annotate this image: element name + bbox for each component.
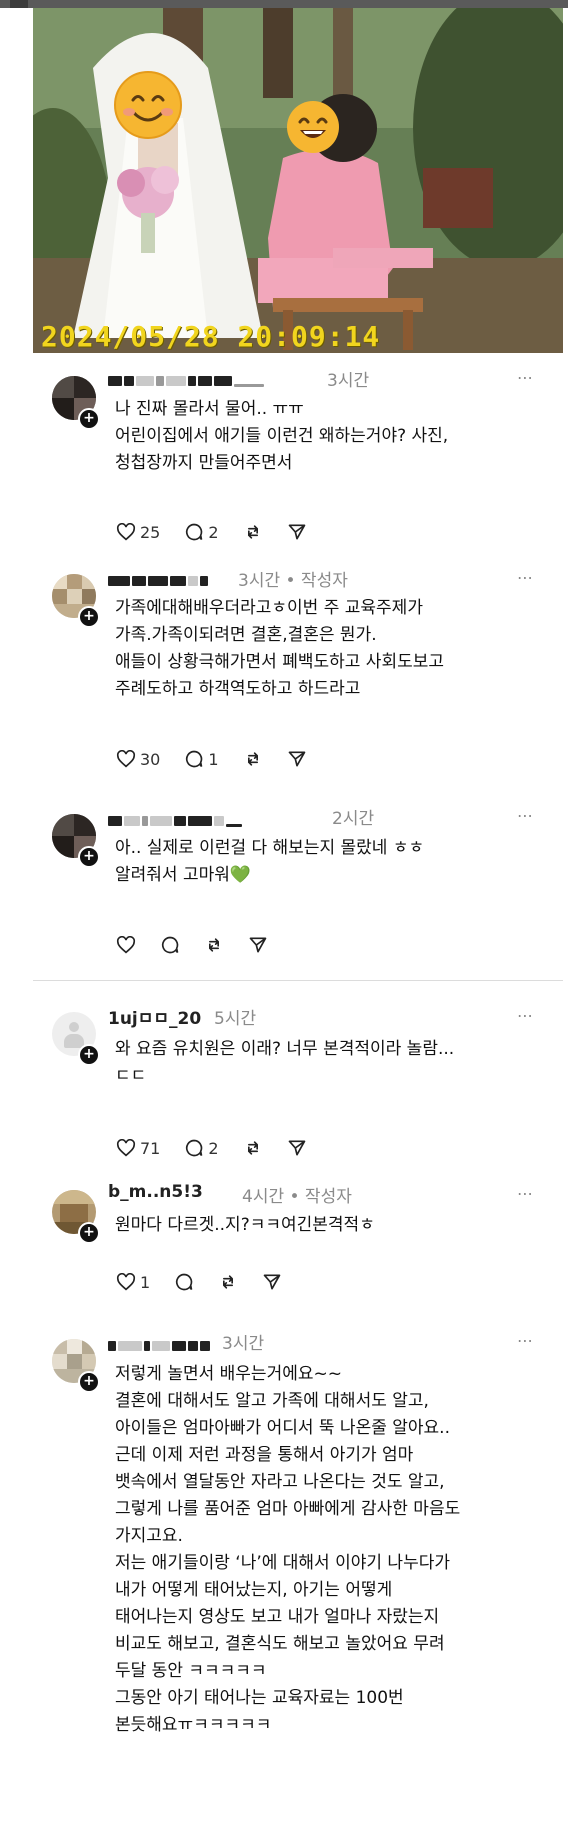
like-button[interactable]: 25 <box>116 523 160 542</box>
like-button[interactable]: 1 <box>116 1273 150 1292</box>
like-button[interactable]: 30 <box>116 750 160 769</box>
heart-icon <box>116 1273 136 1291</box>
follow-plus-icon[interactable]: + <box>78 1371 100 1393</box>
heart-icon <box>116 523 136 541</box>
more-options-icon[interactable]: ⋯ <box>517 568 534 587</box>
comment: + b_m..n5!3 4시간 • 작성자 ⋯ 원마다 다르겟..지?ㅋㅋ여긴본… <box>0 1182 568 1328</box>
more-options-icon[interactable]: ⋯ <box>517 368 534 387</box>
send-icon <box>288 524 305 540</box>
comment-actions: 30 1 <box>116 747 331 771</box>
comment-bubble-icon <box>176 1273 193 1291</box>
more-options-icon[interactable]: ⋯ <box>517 1331 534 1350</box>
comment-time: 4시간 • 작성자 <box>242 1187 352 1207</box>
username-redacted[interactable] <box>108 374 264 388</box>
comment-time: 3시간 • 작성자 <box>238 571 348 591</box>
thread-divider <box>33 980 563 981</box>
post-photo[interactable]: 2024/05/28 20:09:14 <box>33 8 563 353</box>
username[interactable]: b_m..n5!3 <box>108 1182 203 1202</box>
photo-timestamp: 2024/05/28 20:09:14 <box>41 320 381 353</box>
like-button[interactable] <box>116 936 136 954</box>
share-button[interactable] <box>287 749 307 769</box>
reply-button[interactable] <box>160 935 180 955</box>
share-button[interactable] <box>248 935 268 955</box>
comment-time: 3시간 <box>327 371 370 391</box>
comment-time: 3시간 <box>222 1334 265 1354</box>
comment: + 2시간 ⋯ 아.. 실제로 이런걸 다 해보는지 몰랐네 ㅎㅎ 알려줘서 고… <box>0 806 568 970</box>
reply-button[interactable]: 2 <box>184 522 219 542</box>
share-button[interactable] <box>262 1272 282 1292</box>
comment-actions: 1 <box>116 1270 306 1294</box>
repost-button[interactable] <box>204 935 224 955</box>
green-heart-emoji-icon: 💚 <box>229 865 252 885</box>
repost-button[interactable] <box>243 1138 263 1158</box>
comment-bubble-icon <box>186 750 203 768</box>
smiling-face-emoji-icon <box>114 71 182 139</box>
comment-text: 저렇게 놀면서 배우는거에요~~ 결혼에 대해서도 알고 가족에 대해서도 알고… <box>115 1364 461 1735</box>
share-button[interactable] <box>287 1138 307 1158</box>
reply-button[interactable] <box>174 1272 194 1292</box>
send-icon <box>249 937 267 953</box>
username-redacted[interactable] <box>108 574 208 588</box>
follow-plus-icon[interactable]: + <box>78 408 100 430</box>
comment-bubble-icon <box>186 523 203 541</box>
username-redacted[interactable] <box>108 814 242 828</box>
comment-bubble-icon <box>161 936 179 954</box>
follow-plus-icon[interactable]: + <box>78 606 100 628</box>
reply-button[interactable]: 1 <box>184 749 219 769</box>
repost-button[interactable] <box>243 749 263 769</box>
more-options-icon[interactable]: ⋯ <box>517 806 534 825</box>
top-bar-accent <box>10 0 28 8</box>
comment-actions <box>116 933 292 957</box>
comment: + 3시간 • 작성자 ⋯ 가족에대해배우더라고ㅎ이번 주 교육주제가 가족.가… <box>0 568 568 812</box>
reply-button[interactable]: 2 <box>184 1138 219 1158</box>
comment-text-body: 아.. 실제로 이런걸 다 해보는지 몰랐네 ㅎㅎ 알려줘서 고마워 <box>115 838 425 885</box>
repost-icon <box>247 1141 258 1155</box>
comment-text: 나 진짜 몰라서 물어.. ㅠㅠ 어린이집에서 애기들 이런건 왜하는거야? 사… <box>115 399 449 473</box>
reply-count: 2 <box>208 522 219 542</box>
comment-actions: 71 2 <box>116 1136 331 1160</box>
comment-actions: 25 2 <box>116 520 331 544</box>
comment: + 3시간 ⋯ 나 진짜 몰라서 물어.. ㅠㅠ 어린이집에서 애기들 이런건 … <box>0 368 568 570</box>
follow-plus-icon[interactable]: + <box>78 1044 100 1066</box>
send-icon <box>263 1274 281 1290</box>
comment: + 3시간 ⋯ 저렇게 놀면서 배우는거에요~~ 결혼에 대해서도 알고 가족에… <box>0 1331 568 1823</box>
more-options-icon[interactable]: ⋯ <box>517 1184 534 1203</box>
follow-plus-icon[interactable]: + <box>78 846 100 868</box>
more-options-icon[interactable]: ⋯ <box>517 1006 534 1025</box>
share-button[interactable] <box>287 522 307 542</box>
reply-count: 1 <box>208 749 219 769</box>
comment-bubble-icon <box>186 1139 203 1157</box>
send-icon <box>288 751 305 767</box>
send-icon <box>288 1140 305 1156</box>
grinning-face-emoji-icon <box>287 101 339 153</box>
username[interactable]: 1ujㅁㅁ_20 <box>108 1004 201 1029</box>
comment: + 1ujㅁㅁ_20 5시간 ⋯ 와 요즘 유치원은 이래? 너무 본격적이라 … <box>0 1006 568 1180</box>
repost-button[interactable] <box>243 522 263 542</box>
comment-time: 2시간 <box>332 809 375 829</box>
reply-count: 2 <box>208 1138 219 1158</box>
repost-icon <box>247 525 258 539</box>
repost-button[interactable] <box>218 1272 238 1292</box>
follow-plus-icon[interactable]: + <box>78 1222 100 1244</box>
heart-icon <box>116 936 136 954</box>
comment-text: 아.. 실제로 이런걸 다 해보는지 몰랐네 ㅎㅎ 알려줘서 고마워💚 <box>115 835 555 889</box>
comment-text: 와 요즘 유치원은 이래? 너무 본격적이라 놀람... ㄷㄷ <box>115 1039 455 1086</box>
like-count: 30 <box>140 749 161 769</box>
comment-text: 원마다 다르겟..지?ㅋㅋ여긴본격적ㅎ <box>115 1215 375 1235</box>
heart-icon <box>116 750 136 768</box>
like-count: 1 <box>140 1272 151 1292</box>
photo-scene <box>33 8 563 353</box>
comment-text: 가족에대해배우더라고ㅎ이번 주 교육주제가 가족.가족이되려면 결혼,결혼은 뭔… <box>115 598 445 699</box>
comment-time: 5시간 <box>214 1009 257 1029</box>
like-count: 71 <box>140 1138 161 1158</box>
username-redacted[interactable] <box>108 1339 210 1353</box>
top-bar <box>0 0 568 8</box>
repost-icon <box>223 1275 234 1289</box>
repost-icon <box>209 938 219 952</box>
repost-icon <box>247 752 258 766</box>
heart-icon <box>116 1139 136 1157</box>
like-button[interactable]: 71 <box>116 1139 160 1158</box>
like-count: 25 <box>140 522 161 542</box>
